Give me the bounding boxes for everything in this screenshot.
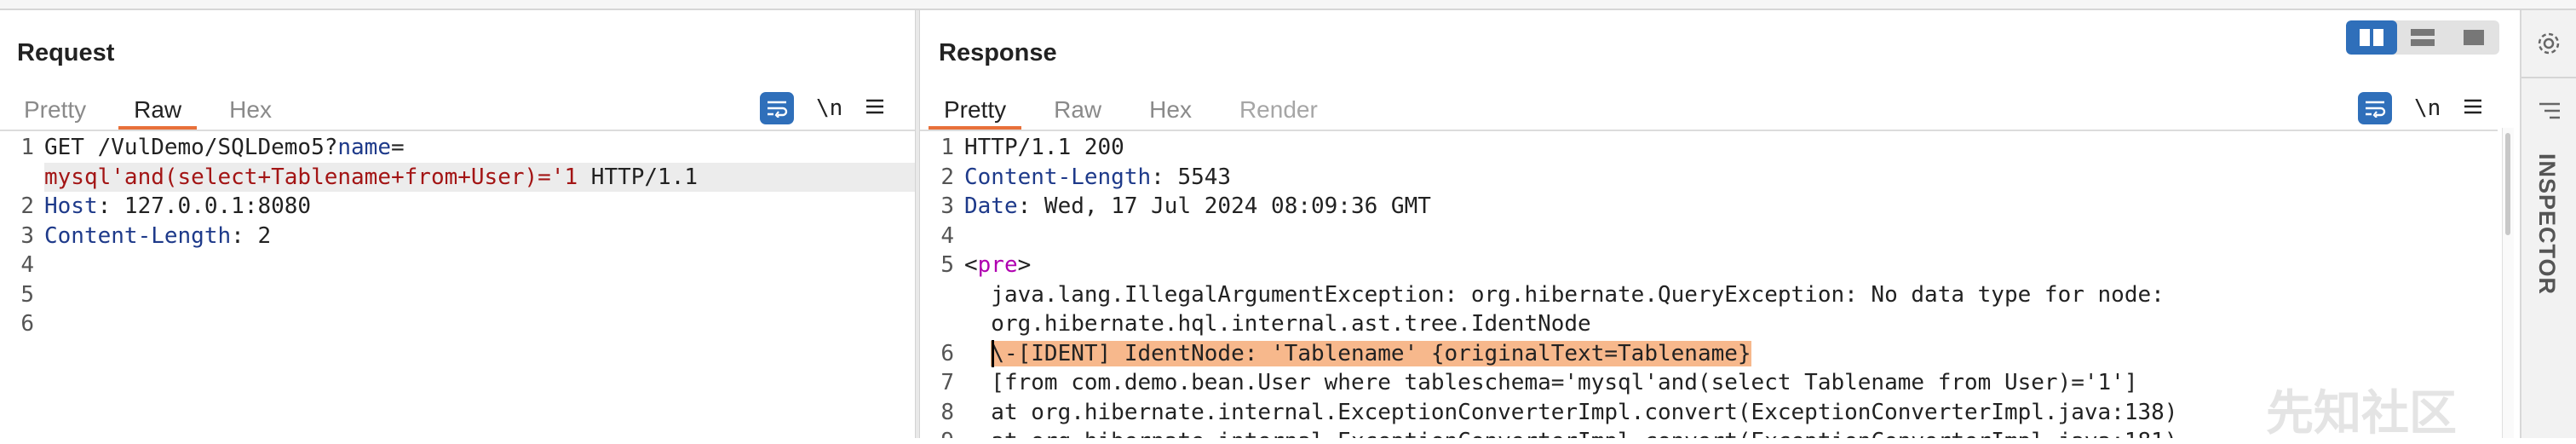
code-line: Content-Length: 2 [44,222,915,251]
request-pane: Request Pretty Raw Hex \n 1 2 3 4 5 6 GET /Vu… [0,10,915,438]
watermark: 先知社区 [2266,386,2457,440]
line-number: 2 [20,193,34,219]
request-tab-divider [0,130,915,131]
code-token: mysql'and(select+Tablename+from+User)='1 [44,164,578,190]
code-token: HTTP/1.1 200 [964,135,1124,160]
line-number [0,163,34,192]
response-tab-render[interactable]: Render [1216,82,1342,130]
response-scrollbar[interactable] [2502,128,2514,438]
gear-icon[interactable] [2534,29,2563,62]
layout-toggle-group [2346,20,2499,55]
response-tab-divider [920,130,2498,131]
code-line: <pre> [964,251,2498,280]
code-token: Host [44,193,98,219]
line-number: 5 [20,281,34,308]
code-token: Date [964,193,1018,219]
request-code: GET /VulDemo/SQLDemo5?name= mysql'and(sel… [44,133,915,438]
code-token: pre [977,252,1018,278]
code-token: > [1017,252,1032,278]
layout-single-icon[interactable] [2448,20,2499,55]
inspector-collapse-icon[interactable] [2538,101,2562,125]
inspector-divider [2521,77,2576,78]
response-tab-pretty[interactable]: Pretty [920,82,1030,130]
response-title: Response [939,39,1057,66]
code-token: = [391,135,405,160]
request-tab-pretty[interactable]: Pretty [0,82,110,130]
response-toolbar: \n [2358,92,2483,124]
request-toolbar: \n [760,92,885,124]
code-line: java.lang.IllegalArgumentException: org.… [964,280,2498,309]
response-tabs: Pretty Raw Hex Render [920,82,1342,130]
request-editor[interactable]: 123456 GET /VulDemo/SQLDemo5?name= mysql'… [0,133,915,438]
line-number [920,309,954,338]
code-token: java.lang.IllegalArgumentException: org.… [964,281,2165,308]
line-number: 9 [920,427,954,438]
request-title: Request [17,39,115,66]
hamburger-menu-icon[interactable] [865,97,885,120]
code-token: Content-Length [964,164,1152,190]
inspector-sidebar: INSPECTOR [2520,10,2576,438]
request-tab-hex[interactable]: Hex [205,82,296,130]
line-number: 7 [940,370,954,395]
request-tab-raw[interactable]: Raw [110,82,205,130]
code-token: \-[IDENT] IdentNode: 'Tablename' {origin… [991,340,1751,366]
scrollbar-thumb[interactable] [2505,133,2510,235]
code-line: GET /VulDemo/SQLDemo5?name= [44,133,915,162]
response-pane: Response Pretty Raw Hex Render \n 1 2 3 4 5 6… [920,10,2515,438]
layout-split-vertical-icon[interactable] [2397,20,2448,55]
code-line: \-[IDENT] IdentNode: 'Tablename' {origin… [964,339,2498,368]
inspector-label[interactable]: INSPECTOR [2533,153,2560,295]
line-number: 6 [20,311,34,337]
line-number: 3 [940,193,954,219]
code-line: org.hibernate.hql.internal.ast.tree.Iden… [964,309,2498,338]
text-cursor [992,339,994,367]
code-line: HTTP/1.1 200 [964,133,2498,162]
line-number: 6 [940,340,954,366]
wrap-lines-icon[interactable] [2358,92,2392,124]
line-number: 1 [20,135,34,160]
show-newlines-toggle[interactable]: \n [816,95,842,121]
code-token: [from com.demo.bean.User where tablesche… [964,370,2138,395]
code-token: : Wed, 17 Jul 2024 08:09:36 GMT [1017,193,1431,219]
code-token: : 2 [231,222,272,249]
line-number: 1 [940,135,954,160]
layout-split-horizontal-icon[interactable] [2346,20,2397,55]
line-number: 4 [20,252,34,278]
code-token: at org.hibernate.internal.ExceptionConve… [964,399,2178,425]
wrap-lines-icon[interactable] [760,92,794,124]
code-token: name [337,135,391,160]
code-token: at org.hibernate.internal.ExceptionConve… [964,429,2177,438]
line-number: 5 [940,252,954,278]
line-number: 2 [940,164,954,190]
code-line: Content-Length: 5543 [964,163,2498,192]
code-line: Date: Wed, 17 Jul 2024 08:09:36 GMT [964,192,2498,221]
code-token: < [964,252,978,278]
response-tab-raw[interactable]: Raw [1030,82,1125,130]
code-token: GET /VulDemo/SQLDemo5? [44,135,338,160]
hamburger-menu-icon[interactable] [2463,97,2483,120]
code-token: Content-Length [44,222,232,249]
line-number: 8 [940,399,954,425]
line-number [920,280,954,309]
line-number: 3 [20,222,34,249]
code-token: : 127.0.0.1:8080 [97,193,312,219]
response-line-gutter: 1 2 3 4 5 6 7 8 9 [920,133,959,438]
code-token: org.hibernate.hql.internal.ast.tree.Iden… [964,311,1591,337]
response-tab-hex[interactable]: Hex [1125,82,1216,130]
window-top-bar [0,0,2576,10]
request-tabs: Pretty Raw Hex [0,82,296,130]
code-line: Host: 127.0.0.1:8080 [44,192,915,221]
request-line-gutter: 1 2 3 4 5 6 [0,133,39,438]
code-token: HTTP/1.1 [578,164,699,190]
code-line: mysql'and(select+Tablename+from+User)='1… [44,162,915,192]
show-newlines-toggle[interactable]: \n [2414,95,2441,121]
response-editor[interactable]: 1 2 3 4 5 6 7 8 9 HTTP/1.1 200 Content-Length: 55… [920,133,2498,438]
line-number: 4 [940,222,954,249]
code-token: : 5543 [1151,164,1232,190]
